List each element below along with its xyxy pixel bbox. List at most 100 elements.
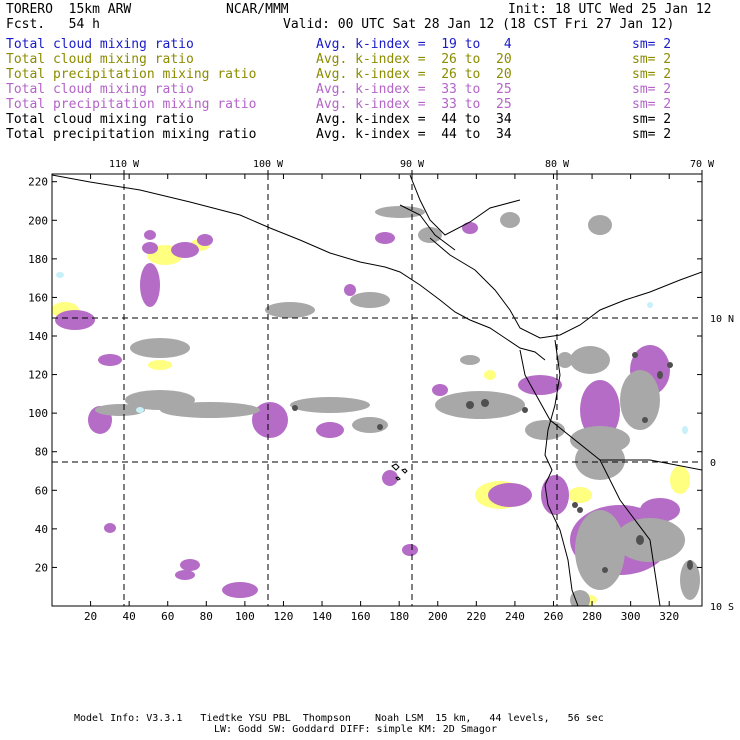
yellow-cloud-region [568, 487, 592, 503]
dark-cloud-core [687, 560, 693, 570]
legend-sm: sm= 2 [632, 37, 672, 52]
dark-cloud-core [466, 401, 474, 409]
x-tick-label: 260 [544, 610, 564, 623]
x-tick-label: 280 [582, 610, 602, 623]
legend-field: Total cloud mixing ratio [6, 112, 194, 127]
legend-field: Total precipitation mixing ratio [6, 127, 257, 142]
cyan-cloud-region [56, 272, 64, 278]
yellow-cloud-region [670, 466, 690, 494]
dark-cloud-core [632, 352, 638, 358]
y-tick-label: 100 [28, 407, 48, 420]
y-tick-label: 140 [28, 330, 48, 343]
gray-cloud-region [557, 352, 573, 368]
x-tick-label: 60 [161, 610, 174, 623]
x-tick-label: 320 [659, 610, 679, 623]
yellow-cloud-region [148, 360, 172, 370]
x-tick-label: 160 [351, 610, 371, 623]
y-tick-label: 220 [28, 176, 48, 189]
lon-label: 110 W [109, 160, 140, 170]
gray-cloud-region [460, 355, 480, 365]
legend-sm: sm= 2 [632, 67, 672, 82]
legend-kindex: Avg. k-index = 33 to 25 [316, 82, 512, 97]
model-title: TORERO 15km ARW [6, 2, 132, 17]
purple-cloud-region [222, 582, 258, 598]
purple-cloud-region [104, 523, 116, 533]
dark-cloud-core [577, 507, 583, 513]
x-tick-label: 80 [200, 610, 213, 623]
lon-label: 80 W [545, 160, 570, 170]
purple-cloud-region [171, 242, 199, 258]
valid-time: Valid: 00 UTC Sat 28 Jan 12 (18 CST Fri … [283, 17, 675, 32]
forecast-hour: Fcst. 54 h [6, 17, 100, 32]
model-physics: LW: Godd SW: Goddard DIFF: simple KM: 2D… [214, 724, 497, 735]
y-tick-label: 180 [28, 253, 48, 266]
cloud-fields [52, 206, 700, 606]
purple-cloud-region [541, 475, 569, 515]
yellow-cloud-region [484, 370, 496, 380]
purple-cloud-region [488, 483, 532, 507]
dark-cloud-core [377, 424, 383, 430]
gray-cloud-region [575, 510, 625, 590]
gray-cloud-region [265, 302, 315, 318]
purple-cloud-region [252, 402, 288, 438]
y-tick-label: 80 [35, 446, 48, 459]
legend-kindex: Avg. k-index = 33 to 25 [316, 97, 512, 112]
y-tick-label: 120 [28, 369, 48, 382]
init-time: Init: 18 UTC Wed 25 Jan 12 [508, 2, 712, 17]
model-info: Model Info: V3.3.1 Tiedtke YSU PBL Thomp… [74, 713, 604, 724]
cyan-cloud-region [682, 426, 688, 434]
x-tick-label: 40 [123, 610, 136, 623]
legend-sm: sm= 2 [632, 82, 672, 97]
dark-cloud-core [636, 535, 644, 545]
x-tick-label: 140 [312, 610, 332, 623]
legend-field: Total cloud mixing ratio [6, 52, 194, 67]
legend-sm: sm= 2 [632, 127, 672, 142]
x-tick-label: 120 [274, 610, 294, 623]
purple-cloud-region [518, 375, 562, 395]
legend-kindex: Avg. k-index = 26 to 20 [316, 67, 512, 82]
purple-cloud-region [375, 232, 395, 244]
x-tick-label: 100 [235, 610, 255, 623]
dark-cloud-core [292, 405, 298, 411]
x-tick-label: 240 [505, 610, 525, 623]
purple-cloud-region [140, 263, 160, 307]
y-tick-label: 20 [35, 561, 48, 574]
legend-sm: sm= 2 [632, 97, 672, 112]
gray-cloud-region [290, 397, 370, 413]
purple-cloud-region [432, 384, 448, 396]
lat-label: 0 [710, 458, 716, 469]
dark-cloud-core [657, 371, 663, 379]
purple-cloud-region [98, 354, 122, 366]
dark-cloud-core [522, 407, 528, 413]
gray-cloud-region [525, 420, 565, 440]
x-tick-label: 200 [428, 610, 448, 623]
y-tick-label: 60 [35, 484, 48, 497]
legend-sm: sm= 2 [632, 52, 672, 67]
purple-cloud-region [402, 544, 418, 556]
y-tick-label: 40 [35, 523, 48, 536]
x-tick-label: 20 [84, 610, 97, 623]
purple-cloud-region [180, 559, 200, 571]
lat-label: 10 S [710, 602, 734, 613]
coastline-caribbean [429, 237, 702, 339]
y-tick-label: 160 [28, 291, 48, 304]
purple-cloud-region [316, 422, 344, 438]
gray-cloud-region [435, 391, 525, 419]
gray-cloud-region [570, 346, 610, 374]
purple-cloud-region [55, 310, 95, 330]
lon-label: 90 W [400, 160, 425, 170]
cyan-cloud-region [647, 302, 653, 308]
longitude-labels: 110 W 100 W 90 W 80 W 70 W [109, 160, 715, 174]
y-tick-label: 200 [28, 214, 48, 227]
legend-field: Total precipitation mixing ratio [6, 97, 257, 112]
lon-label: 100 W [253, 160, 284, 170]
dark-cloud-core [602, 567, 608, 573]
purple-cloud-region [175, 570, 195, 580]
gray-cloud-region [130, 338, 190, 358]
legend-kindex: Avg. k-index = 19 to 4 [316, 37, 512, 52]
gray-cloud-region [620, 370, 660, 430]
x-tick-label: 300 [621, 610, 641, 623]
legend-kindex: Avg. k-index = 44 to 34 [316, 112, 512, 127]
legend-field: Total precipitation mixing ratio [6, 67, 257, 82]
legend-kindex: Avg. k-index = 26 to 20 [316, 52, 512, 67]
